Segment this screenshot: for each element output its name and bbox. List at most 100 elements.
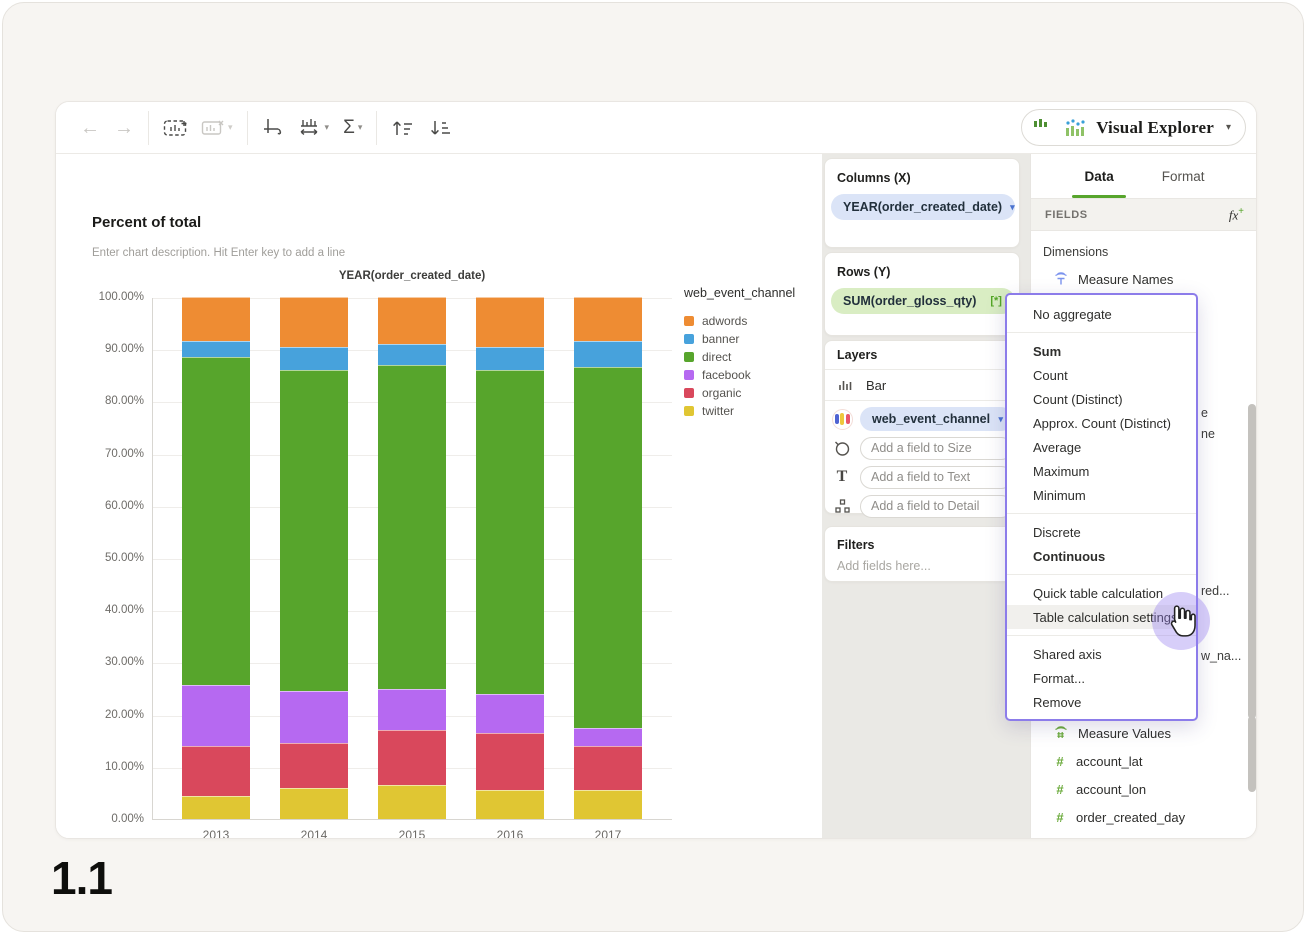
stacked-bar-2015[interactable] <box>378 297 446 819</box>
menu-item-sum[interactable]: Sum <box>1007 339 1196 363</box>
bar-segment-twitter[interactable] <box>182 795 250 819</box>
legend-item-banner[interactable]: banner <box>684 330 819 348</box>
menu-item-remove[interactable]: Remove <box>1007 690 1196 714</box>
x-axis-tick: 2013 <box>202 828 230 839</box>
bar-segment-organic[interactable] <box>476 732 544 791</box>
fields-scrollbar[interactable] <box>1248 404 1256 719</box>
bar-segment-facebook[interactable] <box>280 691 348 744</box>
menu-item-count[interactable]: Count <box>1007 363 1196 387</box>
legend-item-organic[interactable]: organic <box>684 384 819 402</box>
stacked-bar-2017[interactable] <box>574 297 642 819</box>
columns-field-pill[interactable]: YEAR(order_created_date) ▾ <box>831 194 1015 220</box>
number-field-icon: # <box>1056 809 1064 825</box>
columns-field-caret-icon[interactable]: ▾ <box>1010 202 1015 213</box>
text-shelf: T Add a field to Text <box>825 464 1019 490</box>
bar-segment-adwords[interactable] <box>476 297 544 347</box>
y-axis-tick: 90.00% <box>104 343 144 356</box>
legend-item-adwords[interactable]: adwords <box>684 312 819 330</box>
bar-segment-organic[interactable] <box>280 743 348 788</box>
menu-item-approx-count-distinct[interactable]: Approx. Count (Distinct) <box>1007 411 1196 435</box>
legend-item-twitter[interactable]: twitter <box>684 402 819 420</box>
field-account-lon[interactable]: # account_lon <box>1031 778 1256 800</box>
bar-segment-organic[interactable] <box>182 745 250 796</box>
chart-description-placeholder[interactable]: Enter chart description. Hit Enter key t… <box>92 247 345 259</box>
axis-scale-button[interactable]: ▾ <box>298 117 329 139</box>
color-field-pill[interactable]: web_event_channel ▾ <box>860 407 1013 431</box>
menu-item-no-aggregate[interactable]: No aggregate <box>1007 302 1196 326</box>
bar-segment-banner[interactable] <box>280 346 348 371</box>
back-button[interactable]: ← <box>80 118 100 138</box>
sort-descending-button[interactable] <box>429 119 453 137</box>
bar-segment-twitter[interactable] <box>574 790 642 819</box>
bar-segment-adwords[interactable] <box>574 297 642 342</box>
legend-item-facebook[interactable]: facebook <box>684 366 819 384</box>
menu-item-format[interactable]: Format... <box>1007 666 1196 690</box>
color-field-caret-icon[interactable]: ▾ <box>998 414 1003 425</box>
bar-segment-facebook[interactable] <box>476 693 544 733</box>
swap-axes-button[interactable] <box>262 117 284 139</box>
tab-data[interactable]: Data <box>1072 154 1127 198</box>
size-field-input[interactable]: Add a field to Size <box>860 436 1013 460</box>
field-order-created-do-w[interactable]: # order_created_do_w <box>1031 834 1256 839</box>
bar-segment-adwords[interactable] <box>182 297 250 342</box>
measures-scrollbar[interactable] <box>1248 716 1256 792</box>
size-shelf: Add a field to Size <box>825 435 1019 461</box>
bar-segment-direct[interactable] <box>476 370 544 694</box>
menu-item-count-distinct[interactable]: Count (Distinct) <box>1007 387 1196 411</box>
bar-segment-facebook[interactable] <box>378 688 446 731</box>
bar-segment-direct[interactable] <box>280 370 348 692</box>
axis-scale-icon <box>300 118 317 135</box>
bar-segment-banner[interactable] <box>476 346 544 371</box>
chart-title[interactable]: Percent of total <box>92 214 201 231</box>
menu-item-continuous[interactable]: Continuous <box>1007 544 1196 568</box>
remove-chart-icon <box>201 120 224 135</box>
sort-ascending-button[interactable] <box>391 119 415 137</box>
bar-segment-banner[interactable] <box>574 341 642 368</box>
bar-segment-organic[interactable] <box>378 730 446 786</box>
filters-placeholder[interactable]: Add fields here... <box>825 552 1019 573</box>
bar-segment-direct[interactable] <box>574 367 642 728</box>
forward-button[interactable]: → <box>114 118 134 138</box>
menu-item-discrete[interactable]: Discrete <box>1007 520 1196 544</box>
bar-segment-direct[interactable] <box>182 357 250 685</box>
add-chart-button[interactable] <box>163 118 187 138</box>
menu-divider <box>1007 513 1196 514</box>
bar-segment-direct[interactable] <box>378 364 446 689</box>
add-calculation-button[interactable]: fx+ <box>1229 206 1244 223</box>
aggregate-button[interactable]: Σ ▾ <box>343 117 362 139</box>
bar-segment-banner[interactable] <box>378 344 446 365</box>
bar-segment-twitter[interactable] <box>476 790 544 819</box>
stacked-bar-2016[interactable] <box>476 297 544 819</box>
table-calc-marker: [*] <box>990 295 1002 307</box>
stacked-bar-2013[interactable] <box>182 297 250 819</box>
chart-type-selector[interactable]: Visual Explorer ▾ <box>1021 109 1246 146</box>
bar-segment-organic[interactable] <box>574 745 642 791</box>
field-order-created-day[interactable]: # order_created_day <box>1031 806 1256 828</box>
menu-item-maximum[interactable]: Maximum <box>1007 459 1196 483</box>
bar-segment-twitter[interactable] <box>280 787 348 819</box>
field-account-lat[interactable]: # account_lat <box>1031 750 1256 772</box>
bar-segment-facebook[interactable] <box>574 727 642 746</box>
y-axis-tick: 30.00% <box>104 656 144 669</box>
legend-item-direct[interactable]: direct <box>684 348 819 366</box>
menu-divider <box>1007 574 1196 575</box>
field-measure-names[interactable]: Measure Names <box>1031 268 1256 290</box>
bar-segment-adwords[interactable] <box>280 297 348 347</box>
bar-segment-twitter[interactable] <box>378 785 446 819</box>
text-field-input[interactable]: Add a field to Text <box>860 465 1013 489</box>
bar-segment-adwords[interactable] <box>378 297 446 344</box>
shelves-column: Columns (X) YEAR(order_created_date) ▾ R… <box>822 154 1030 838</box>
rows-field-pill[interactable]: SUM(order_gloss_qty) [*] ▾ <box>831 288 1015 314</box>
bar-segment-facebook[interactable] <box>182 684 250 746</box>
stacked-bar-2014[interactable] <box>280 297 348 819</box>
measure-values-icon <box>1053 725 1069 741</box>
layer-bar-row[interactable]: Bar <box>825 370 1019 401</box>
bar-segment-banner[interactable] <box>182 341 250 358</box>
text-shelf-icon: T <box>836 468 848 485</box>
menu-item-average[interactable]: Average <box>1007 435 1196 459</box>
menu-item-minimum[interactable]: Minimum <box>1007 483 1196 507</box>
field-measure-values[interactable]: Measure Values <box>1031 722 1256 744</box>
tab-format[interactable]: Format <box>1162 154 1205 198</box>
remove-chart-button[interactable]: ▾ <box>201 118 233 138</box>
detail-field-input[interactable]: Add a field to Detail <box>860 494 1013 518</box>
